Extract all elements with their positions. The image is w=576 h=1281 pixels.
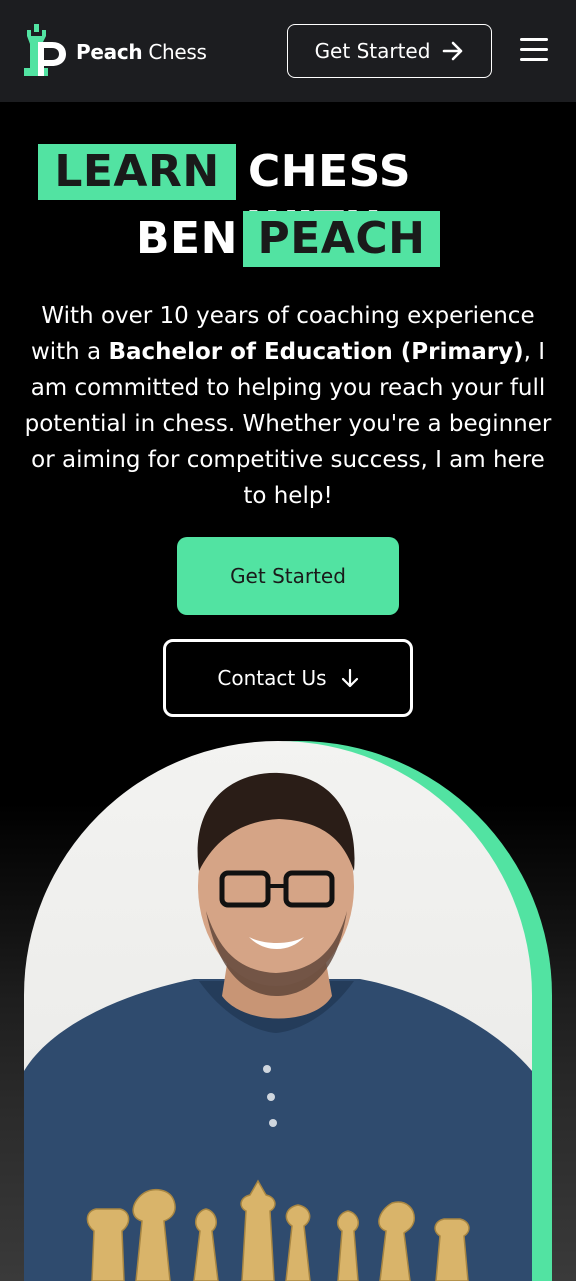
coach-photo-frame	[24, 741, 552, 1281]
contact-us-label: Contact Us	[217, 666, 327, 690]
rook-p-logo-icon[interactable]	[24, 24, 68, 78]
arrow-down-icon	[341, 668, 358, 688]
hero-title-ben: BEN	[136, 213, 238, 264]
arrow-right-icon	[443, 41, 463, 61]
hero-title-learn: LEARN	[38, 144, 236, 200]
hero-get-started-button[interactable]: Get Started	[177, 537, 399, 615]
hero-title-peach: PEACH	[243, 211, 440, 267]
coach-photo	[24, 741, 532, 1281]
hero-get-started-label: Get Started	[230, 564, 346, 588]
header-get-started-button[interactable]: Get Started	[287, 24, 492, 78]
hero-intro-text: With over 10 years of coaching experienc…	[24, 303, 552, 509]
site-header: Peach Chess Get Started	[0, 0, 576, 102]
contact-us-button[interactable]: Contact Us	[163, 639, 413, 717]
brand-regular: Chess	[148, 40, 207, 64]
hamburger-menu-icon[interactable]	[520, 38, 548, 62]
brand-bold: Peach	[76, 40, 143, 64]
coach-portrait-illustration	[24, 772, 532, 1281]
brand-name[interactable]: Peach Chess	[76, 39, 207, 65]
hero-title-chess-with: CHESS WITH	[248, 146, 412, 253]
header-get-started-label: Get Started	[314, 39, 431, 63]
